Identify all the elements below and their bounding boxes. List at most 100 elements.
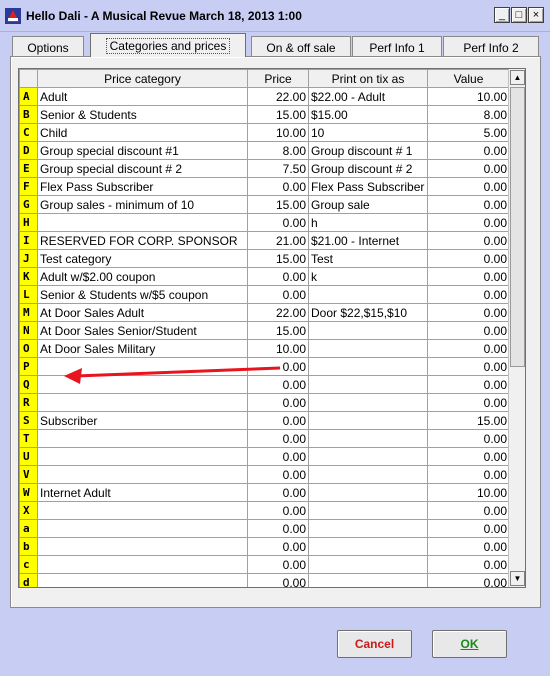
vertical-scrollbar[interactable]: ▲ ▼: [508, 69, 525, 587]
table-row[interactable]: K Adult w/$2.00 coupon 0.00 k 0.00: [19, 267, 510, 286]
price-cell[interactable]: 0.00: [247, 375, 309, 394]
print-on-tix-cell[interactable]: [308, 519, 428, 538]
print-on-tix-cell[interactable]: [308, 573, 428, 587]
table-row[interactable]: R 0.00 0.00: [19, 393, 510, 412]
price-cell[interactable]: 0.00: [247, 447, 309, 466]
table-row[interactable]: P 0.00 0.00: [19, 357, 510, 376]
price-category-cell[interactable]: [37, 213, 248, 232]
ok-button[interactable]: OK: [432, 630, 507, 658]
table-row[interactable]: W Internet Adult 0.00 10.00: [19, 483, 510, 502]
value-cell[interactable]: 0.00: [427, 501, 510, 520]
price-category-cell[interactable]: [37, 573, 248, 587]
price-cell[interactable]: 21.00: [247, 231, 309, 250]
value-cell[interactable]: 10.00: [427, 483, 510, 502]
scroll-down-arrow-icon[interactable]: ▼: [510, 571, 525, 586]
print-on-tix-cell[interactable]: Group discount # 2: [308, 159, 428, 178]
print-on-tix-cell[interactable]: h: [308, 213, 428, 232]
print-on-tix-cell[interactable]: [308, 375, 428, 394]
price-category-cell[interactable]: [37, 393, 248, 412]
price-column-header[interactable]: Price: [247, 69, 309, 88]
price-category-cell[interactable]: Senior & Students: [37, 105, 248, 124]
minimize-button[interactable]: _: [494, 7, 510, 23]
price-cell[interactable]: 0.00: [247, 519, 309, 538]
value-cell[interactable]: 0.00: [427, 267, 510, 286]
price-category-cell[interactable]: Internet Adult: [37, 483, 248, 502]
price-cell[interactable]: 0.00: [247, 555, 309, 574]
price-cell[interactable]: 0.00: [247, 501, 309, 520]
tab-categories-and-prices[interactable]: Categories and prices: [90, 33, 246, 57]
maximize-button[interactable]: □: [511, 7, 527, 23]
value-cell[interactable]: 0.00: [427, 447, 510, 466]
table-row[interactable]: I RESERVED FOR CORP. SPONSOR 21.00 $21.00 -…: [19, 231, 510, 250]
price-category-cell[interactable]: [37, 357, 248, 376]
print-on-tix-cell[interactable]: [308, 339, 428, 358]
price-category-cell[interactable]: [37, 519, 248, 538]
scrollbar-thumb[interactable]: [510, 87, 525, 367]
price-category-cell[interactable]: Senior & Students w/$5 coupon: [37, 285, 248, 304]
value-cell[interactable]: 0.00: [427, 159, 510, 178]
value-cell[interactable]: 0.00: [427, 195, 510, 214]
price-cell[interactable]: 22.00: [247, 87, 309, 106]
price-category-cell[interactable]: Subscriber: [37, 411, 248, 430]
value-cell[interactable]: 0.00: [427, 555, 510, 574]
print-on-tix-cell[interactable]: [308, 501, 428, 520]
table-row[interactable]: X 0.00 0.00: [19, 501, 510, 520]
price-cell[interactable]: 15.00: [247, 321, 309, 340]
value-cell[interactable]: 0.00: [427, 393, 510, 412]
price-cell[interactable]: 22.00: [247, 303, 309, 322]
price-cell[interactable]: 0.00: [247, 429, 309, 448]
price-cell[interactable]: 8.00: [247, 141, 309, 160]
value-cell[interactable]: 0.00: [427, 357, 510, 376]
table-row[interactable]: O At Door Sales Military 10.00 0.00: [19, 339, 510, 358]
price-category-cell[interactable]: Child: [37, 123, 248, 142]
price-category-cell[interactable]: [37, 429, 248, 448]
print-on-tix-cell[interactable]: $22.00 - Adult: [308, 87, 428, 106]
value-cell[interactable]: 0.00: [427, 339, 510, 358]
print-on-tix-cell[interactable]: Flex Pass Subscriber: [308, 177, 428, 196]
print-on-tix-cell[interactable]: 10: [308, 123, 428, 142]
price-category-cell[interactable]: Group special discount # 2: [37, 159, 248, 178]
print-on-tix-cell[interactable]: [308, 537, 428, 556]
price-cell[interactable]: 0.00: [247, 285, 309, 304]
price-category-cell[interactable]: Group sales - minimum of 10: [37, 195, 248, 214]
value-cell[interactable]: 0.00: [427, 321, 510, 340]
print-on-tix-cell[interactable]: $15.00: [308, 105, 428, 124]
print-on-tix-cell[interactable]: k: [308, 267, 428, 286]
value-cell[interactable]: 0.00: [427, 303, 510, 322]
value-cell[interactable]: 0.00: [427, 375, 510, 394]
table-row[interactable]: b 0.00 0.00: [19, 537, 510, 556]
print-on-tix-cell[interactable]: [308, 285, 428, 304]
value-cell[interactable]: 5.00: [427, 123, 510, 142]
price-cell[interactable]: 0.00: [247, 393, 309, 412]
table-row[interactable]: a 0.00 0.00: [19, 519, 510, 538]
value-cell[interactable]: 8.00: [427, 105, 510, 124]
value-cell[interactable]: 10.00: [427, 87, 510, 106]
price-category-cell[interactable]: [37, 555, 248, 574]
value-cell[interactable]: 0.00: [427, 213, 510, 232]
table-row[interactable]: Q 0.00 0.00: [19, 375, 510, 394]
price-cell[interactable]: 15.00: [247, 105, 309, 124]
price-cell[interactable]: 0.00: [247, 213, 309, 232]
print-on-tix-cell[interactable]: [308, 393, 428, 412]
price-cell[interactable]: 0.00: [247, 573, 309, 587]
table-row[interactable]: G Group sales - minimum of 10 15.00 Group s…: [19, 195, 510, 214]
value-cell[interactable]: 0.00: [427, 177, 510, 196]
table-row[interactable]: A Adult 22.00 $22.00 - Adult 10.00: [19, 87, 510, 106]
table-row[interactable]: c 0.00 0.00: [19, 555, 510, 574]
cancel-button[interactable]: Cancel: [337, 630, 412, 658]
table-row[interactable]: E Group special discount # 2 7.50 Group dis…: [19, 159, 510, 178]
table-row[interactable]: L Senior & Students w/$5 coupon 0.00 0.00: [19, 285, 510, 304]
table-row[interactable]: H 0.00 h 0.00: [19, 213, 510, 232]
table-row[interactable]: M At Door Sales Adult 22.00 Door $22,$15,$1…: [19, 303, 510, 322]
value-cell[interactable]: 0.00: [427, 429, 510, 448]
price-cell[interactable]: 0.00: [247, 465, 309, 484]
scroll-up-arrow-icon[interactable]: ▲: [510, 70, 525, 85]
value-cell[interactable]: 0.00: [427, 573, 510, 587]
value-cell[interactable]: 0.00: [427, 537, 510, 556]
table-row[interactable]: S Subscriber 0.00 15.00: [19, 411, 510, 430]
price-category-cell[interactable]: Adult: [37, 87, 248, 106]
table-row[interactable]: T 0.00 0.00: [19, 429, 510, 448]
value-cell[interactable]: 0.00: [427, 249, 510, 268]
table-row[interactable]: N At Door Sales Senior/Student 15.00 0.00: [19, 321, 510, 340]
table-row[interactable]: C Child 10.00 10 5.00: [19, 123, 510, 142]
